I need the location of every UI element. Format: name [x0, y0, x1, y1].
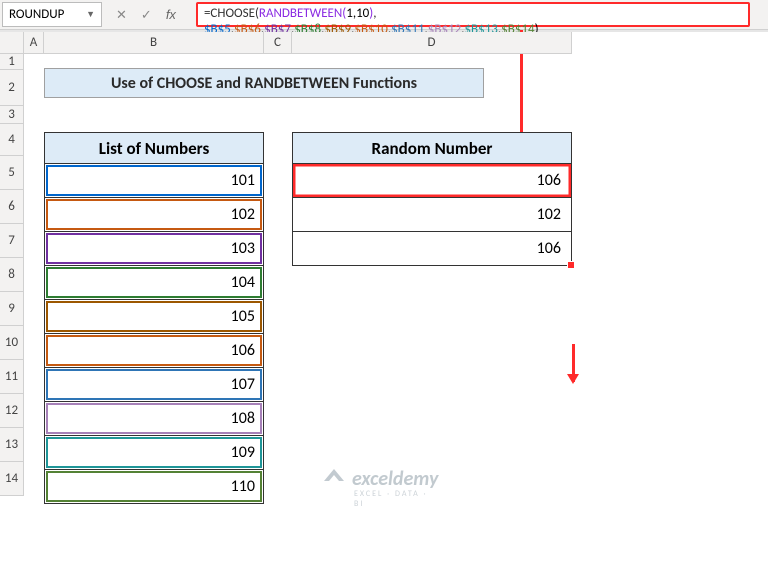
cell-d5-active[interactable]: 106 [292, 164, 572, 198]
formula-bar-controls: ✕ ✓ fx [104, 0, 196, 29]
row-header-4[interactable]: 4 [0, 124, 24, 156]
name-box[interactable]: ROUNDUP ▼ [2, 2, 102, 27]
formula-bar-row: ROUNDUP ▼ ✕ ✓ fx =CHOOSE(RANDBETWEEN(1,1… [0, 0, 768, 30]
header-random-number[interactable]: Random Number [292, 132, 572, 164]
row-header-9[interactable]: 9 [0, 292, 24, 326]
row-header-2[interactable]: 2 [0, 70, 24, 106]
row-header-3[interactable]: 3 [0, 106, 24, 124]
merged-title-cell[interactable]: Use of CHOOSE and RANDBETWEEN Functions [44, 68, 484, 98]
name-box-value: ROUNDUP [9, 7, 86, 22]
cell-b9[interactable]: 105 [44, 300, 264, 334]
col-header-b[interactable]: B [44, 32, 264, 54]
formula-bar-input[interactable]: =CHOOSE(RANDBETWEEN(1,10), $B$5,$B$6,$B$… [196, 2, 750, 27]
cell-b8[interactable]: 104 [44, 266, 264, 300]
row-header-13[interactable]: 13 [0, 428, 24, 462]
cells-area[interactable]: A B C D Use of CHOOSE and RANDBETWEEN Fu… [24, 32, 768, 567]
row-header-5[interactable]: 5 [0, 156, 24, 190]
callout-arrow-2 [572, 344, 575, 382]
fx-icon[interactable]: fx [166, 7, 184, 22]
enter-icon[interactable]: ✓ [141, 7, 152, 23]
cell-b10[interactable]: 106 [44, 334, 264, 368]
row-header-14[interactable]: 14 [0, 462, 24, 496]
list-column: 101 102 103 104 105 106 107 108 109 110 [44, 164, 264, 504]
cell-b6[interactable]: 102 [44, 198, 264, 232]
worksheet-grid: 1 2 3 4 5 6 7 8 9 10 11 12 13 14 A B C D… [0, 30, 768, 567]
watermark: exceldemy EXCEL · DATA · BI [324, 467, 438, 491]
row-header-6[interactable]: 6 [0, 190, 24, 224]
row-header-11[interactable]: 11 [0, 360, 24, 394]
row-header-10[interactable]: 10 [0, 326, 24, 360]
cell-d7[interactable]: 106 [292, 232, 572, 266]
cell-d6[interactable]: 102 [292, 198, 572, 232]
col-header-c[interactable]: C [264, 32, 292, 54]
name-box-dropdown-icon[interactable]: ▼ [86, 9, 95, 20]
cancel-icon[interactable]: ✕ [116, 7, 127, 23]
row-header-7[interactable]: 7 [0, 224, 24, 258]
exceldemy-logo-icon [324, 469, 344, 489]
cell-b7[interactable]: 103 [44, 232, 264, 266]
column-headers: A B C D [24, 32, 768, 54]
formula-line-1: =CHOOSE(RANDBETWEEN(1,10), [204, 6, 742, 22]
random-column: 106 102 106 [292, 164, 572, 266]
cell-b13[interactable]: 109 [44, 436, 264, 470]
row-header-12[interactable]: 12 [0, 394, 24, 428]
row-header-1[interactable]: 1 [0, 54, 24, 70]
row-header-8[interactable]: 8 [0, 258, 24, 292]
watermark-tagline: EXCEL · DATA · BI [354, 489, 438, 509]
select-all-corner[interactable] [0, 32, 24, 54]
row-headers: 1 2 3 4 5 6 7 8 9 10 11 12 13 14 [0, 54, 24, 496]
fill-handle-icon[interactable] [567, 261, 575, 269]
cell-b11[interactable]: 107 [44, 368, 264, 402]
header-list-of-numbers[interactable]: List of Numbers [44, 132, 264, 164]
left-col: 1 2 3 4 5 6 7 8 9 10 11 12 13 14 [0, 32, 24, 567]
col-header-d[interactable]: D [292, 32, 572, 54]
watermark-brand: exceldemy [352, 467, 438, 491]
col-header-a[interactable]: A [24, 32, 44, 54]
cell-b14[interactable]: 110 [44, 470, 264, 504]
cell-b5[interactable]: 101 [44, 164, 264, 198]
cell-b12[interactable]: 108 [44, 402, 264, 436]
